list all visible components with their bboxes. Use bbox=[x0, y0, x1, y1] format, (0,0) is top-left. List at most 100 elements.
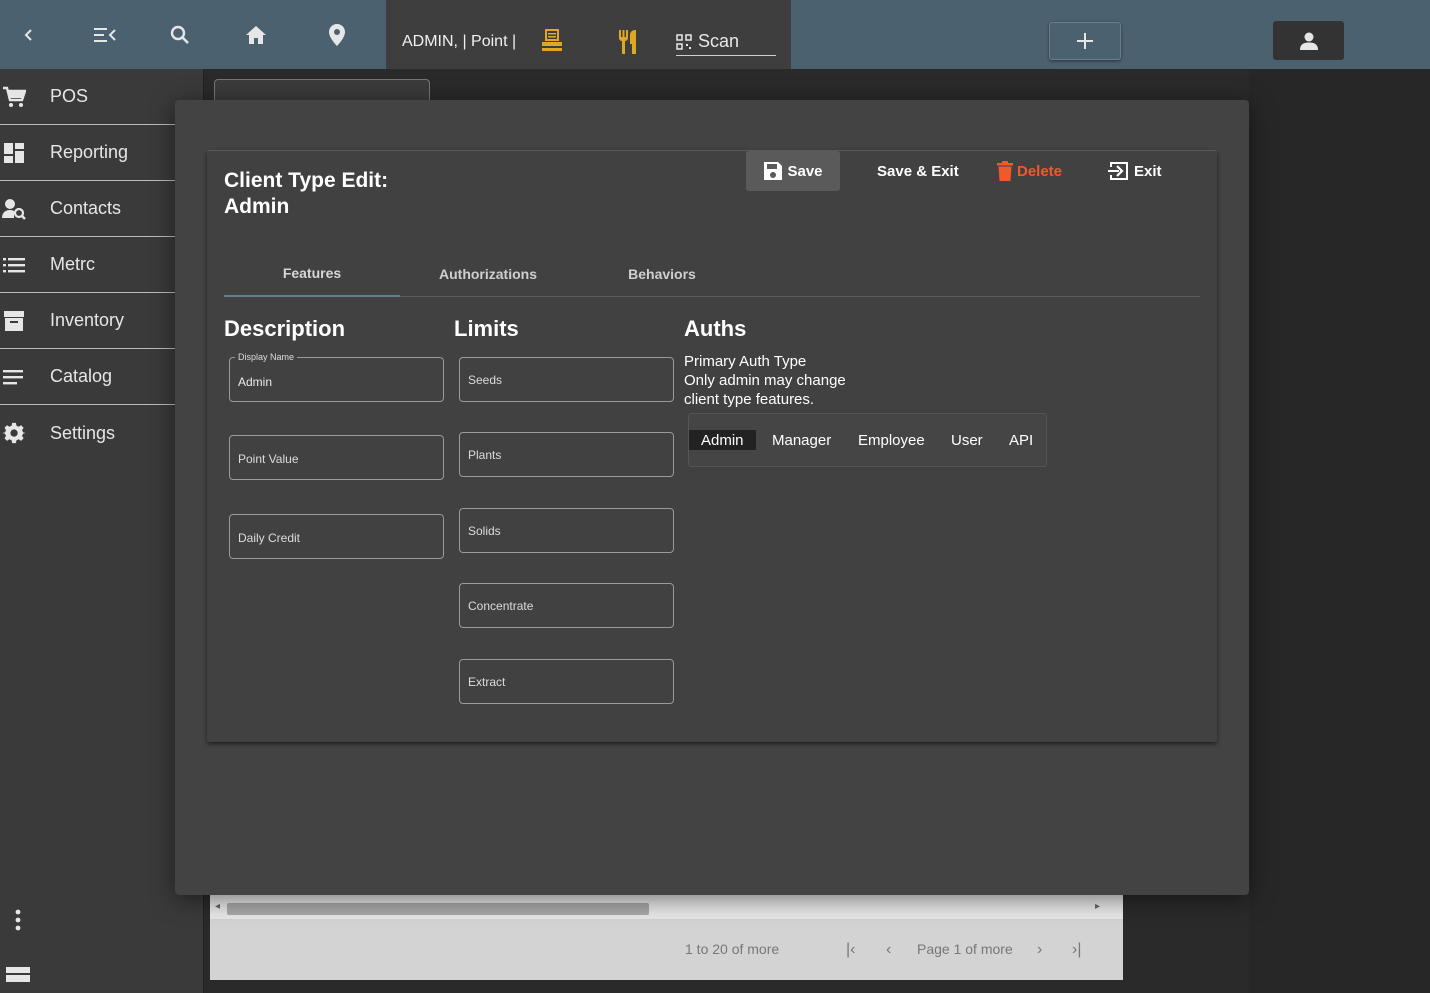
trash-icon bbox=[997, 161, 1013, 181]
extract-field[interactable]: Extract bbox=[459, 659, 674, 704]
auth-option-manager[interactable]: Manager bbox=[760, 430, 843, 450]
contact-search-icon bbox=[0, 198, 50, 220]
solids-placeholder: Solids bbox=[468, 524, 501, 538]
home-icon[interactable] bbox=[243, 22, 269, 48]
concentrate-placeholder: Concentrate bbox=[468, 599, 534, 613]
seeds-field[interactable]: Seeds bbox=[459, 357, 674, 402]
user-icon bbox=[1299, 32, 1318, 50]
plus-icon bbox=[1077, 33, 1093, 49]
sidebar: POS Reporting Contacts Metrc Inventory C… bbox=[0, 69, 204, 993]
sidebar-item-reporting[interactable]: Reporting bbox=[0, 125, 204, 181]
sidebar-item-settings[interactable]: Settings bbox=[0, 405, 204, 461]
tab-authorizations[interactable]: Authorizations bbox=[400, 251, 576, 297]
background-panel bbox=[1249, 69, 1430, 993]
gear-icon bbox=[0, 422, 50, 444]
sidebar-item-label: Settings bbox=[50, 422, 116, 443]
description-heading: Description bbox=[224, 316, 346, 341]
auth-type-toggle-group: Admin Manager Employee User API bbox=[688, 413, 1047, 467]
next-page-icon[interactable]: › bbox=[1037, 941, 1042, 959]
scroll-right-icon[interactable]: ▸ bbox=[1095, 901, 1100, 912]
auth-description: Primary Auth Type Only admin may change … bbox=[684, 352, 874, 409]
cart-icon bbox=[0, 86, 50, 108]
fork-knife-icon[interactable] bbox=[615, 29, 641, 55]
auth-line-2: Only admin may change bbox=[684, 372, 846, 389]
archive-icon bbox=[0, 310, 50, 332]
session-label[interactable]: ADMIN, | Point | bbox=[402, 33, 516, 51]
horizontal-scrollbar[interactable]: ◂ ▸ bbox=[210, 895, 1123, 919]
point-value-placeholder: Point Value bbox=[238, 452, 299, 466]
plants-placeholder: Plants bbox=[468, 448, 502, 462]
sidebar-item-label: Catalog bbox=[50, 366, 113, 386]
prev-page-icon[interactable]: ‹ bbox=[886, 941, 891, 959]
title-line-2: Admin bbox=[224, 195, 290, 218]
plants-field[interactable]: Plants bbox=[459, 432, 674, 477]
more-vert-icon[interactable] bbox=[10, 909, 26, 936]
auth-option-user[interactable]: User bbox=[939, 430, 995, 450]
edit-card: Client Type Edit: Admin Save Save & Exit… bbox=[207, 150, 1217, 742]
panel-toggle-icon[interactable] bbox=[6, 967, 30, 988]
display-name-field[interactable]: Display Name Admin bbox=[229, 352, 444, 402]
sidebar-item-catalog[interactable]: Catalog bbox=[0, 349, 204, 405]
daily-credit-field[interactable]: Daily Credit bbox=[229, 514, 444, 559]
scrollbar-thumb[interactable] bbox=[227, 903, 649, 915]
scan-label: Scan bbox=[698, 31, 740, 51]
title-line-1: Client Type Edit: bbox=[224, 169, 389, 192]
solids-field[interactable]: Solids bbox=[459, 508, 674, 553]
menu-collapse-icon[interactable] bbox=[92, 22, 118, 48]
scroll-left-icon[interactable]: ◂ bbox=[215, 901, 220, 912]
auths-heading: Auths bbox=[684, 316, 747, 341]
user-menu-button[interactable] bbox=[1273, 21, 1344, 60]
row-range-text: 1 to 20 of more bbox=[685, 941, 780, 957]
delete-button[interactable]: Delete bbox=[987, 151, 1072, 191]
dashboard-icon bbox=[0, 142, 50, 164]
auth-option-admin[interactable]: Admin bbox=[689, 430, 756, 450]
save-exit-label: Save & Exit bbox=[877, 162, 959, 180]
background-grid: ◂ ▸ 1 to 20 of more |‹ ‹ Page 1 of more … bbox=[210, 895, 1123, 980]
client-type-edit-modal: Client Type Edit: Admin Save Save & Exit… bbox=[175, 100, 1249, 895]
sidebar-item-contacts[interactable]: Contacts bbox=[0, 181, 204, 237]
sidebar-item-label: Inventory bbox=[50, 310, 125, 330]
top-bar: ADMIN, | Point | Scan bbox=[0, 0, 1430, 69]
auth-line-3: client type features. bbox=[684, 391, 815, 408]
tab-behaviors[interactable]: Behaviors bbox=[576, 251, 748, 297]
sidebar-item-label: POS bbox=[50, 86, 89, 106]
floppy-disk-icon bbox=[764, 162, 783, 180]
daily-credit-placeholder: Daily Credit bbox=[238, 531, 301, 545]
display-name-label: Display Name bbox=[235, 352, 298, 362]
save-label: Save bbox=[787, 162, 823, 180]
sidebar-item-inventory[interactable]: Inventory bbox=[0, 293, 204, 349]
sidebar-item-pos[interactable]: POS bbox=[0, 69, 204, 125]
catalog-list-icon bbox=[0, 369, 50, 385]
list-icon bbox=[0, 257, 50, 273]
exit-label: Exit bbox=[1134, 162, 1162, 180]
save-exit-button[interactable]: Save & Exit bbox=[867, 151, 969, 191]
back-chevron-icon[interactable] bbox=[16, 22, 42, 48]
auth-option-employee[interactable]: Employee bbox=[846, 430, 937, 450]
tab-features[interactable]: Features bbox=[224, 251, 400, 297]
page-text: Page 1 of more bbox=[917, 941, 1013, 957]
qr-code-icon bbox=[676, 33, 692, 50]
first-page-icon[interactable]: |‹ bbox=[846, 941, 855, 959]
scan-input[interactable]: Scan bbox=[676, 28, 776, 56]
seeds-placeholder: Seeds bbox=[468, 373, 503, 387]
save-button[interactable]: Save bbox=[746, 151, 840, 191]
concentrate-field[interactable]: Concentrate bbox=[459, 583, 674, 628]
page-title: Client Type Edit: Admin bbox=[224, 168, 388, 220]
last-page-icon[interactable]: ›| bbox=[1072, 941, 1081, 959]
limits-heading: Limits bbox=[454, 316, 519, 341]
sidebar-item-label: Contacts bbox=[50, 198, 122, 218]
delete-label: Delete bbox=[1017, 162, 1063, 180]
sidebar-item-label: Metrc bbox=[50, 254, 95, 274]
tab-bar: Features Authorizations Behaviors bbox=[224, 251, 1200, 297]
auth-line-1: Primary Auth Type bbox=[684, 353, 807, 370]
cash-register-icon[interactable] bbox=[539, 27, 565, 53]
auth-option-api[interactable]: API bbox=[997, 430, 1045, 450]
sidebar-item-label: Reporting bbox=[50, 142, 129, 162]
search-icon[interactable] bbox=[167, 22, 193, 48]
exit-button[interactable]: Exit bbox=[1098, 151, 1172, 191]
point-value-field[interactable]: Point Value bbox=[229, 435, 444, 480]
sidebar-item-metrc[interactable]: Metrc bbox=[0, 237, 204, 293]
add-button[interactable] bbox=[1049, 22, 1121, 60]
display-name-value: Admin bbox=[238, 375, 273, 389]
location-pin-icon[interactable] bbox=[324, 22, 350, 48]
